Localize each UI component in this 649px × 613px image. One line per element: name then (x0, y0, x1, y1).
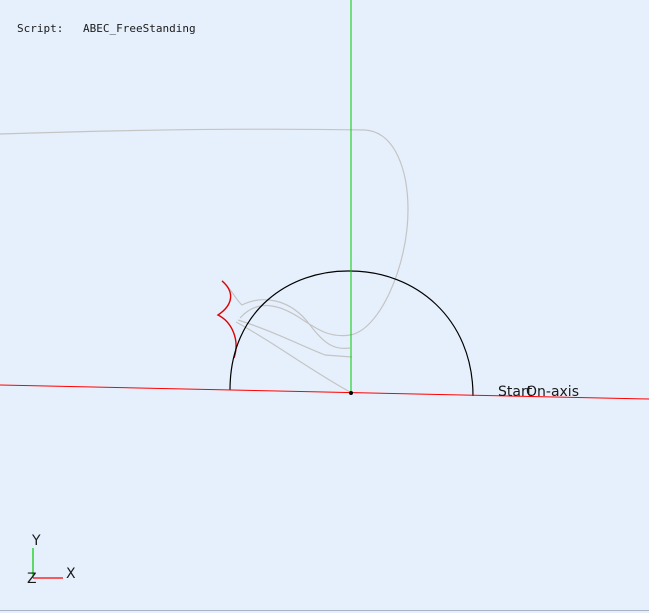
onaxis-label: On-axis (526, 384, 579, 400)
viewport-bottom-border (0, 610, 649, 611)
triad-y-label: Y (31, 533, 41, 549)
horn-profile-middle (237, 319, 353, 358)
enclosure-outline (0, 128, 409, 337)
triad-x-label: X (66, 566, 76, 582)
horn-profile-lower (235, 321, 351, 393)
scene-canvas: Start On-axis Y Z X (0, 0, 649, 587)
origin-point (349, 391, 353, 395)
driver-profile (216, 280, 237, 359)
3d-viewport[interactable]: Script: ABEC_FreeStanding Start On-axis … (0, 0, 649, 613)
triad-z-label: Z (27, 571, 37, 587)
